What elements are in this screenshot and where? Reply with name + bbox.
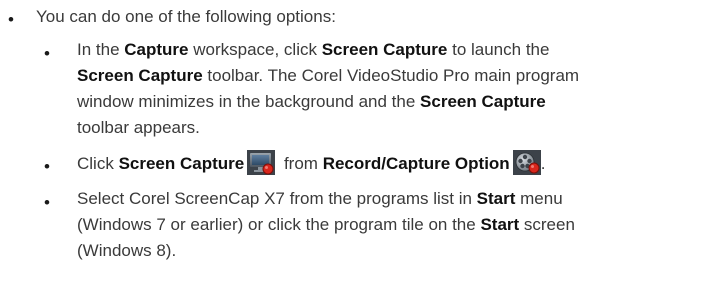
- record-capture-option-term: Record/Capture Option: [322, 154, 510, 173]
- start-term: Start: [476, 189, 516, 208]
- option-2-line-1: Click Screen Capture from Record/Capture…: [77, 150, 545, 176]
- bullet-dot: •: [44, 44, 50, 63]
- start-term: Start: [480, 215, 520, 234]
- option-1-line-1: In the Capture workspace, click Screen C…: [77, 40, 550, 59]
- screen-capture-term: Screen Capture: [420, 92, 546, 111]
- screen-capture-term: Screen Capture: [321, 40, 448, 59]
- option-1-line-3: window minimizes in the background and t…: [77, 92, 546, 111]
- option-1-line-4: toolbar appears.: [77, 118, 200, 137]
- bullet-dot: •: [44, 193, 50, 212]
- bullet-dot: •: [8, 10, 14, 29]
- intro-text: You can do one of the following options:: [36, 7, 336, 26]
- screen-capture-term: Screen Capture: [118, 154, 245, 173]
- option-3-line-1: Select Corel ScreenCap X7 from the progr…: [77, 189, 563, 208]
- bullet-dot: •: [44, 157, 50, 176]
- record-capture-option-icon: [512, 150, 541, 175]
- option-3-line-2: (Windows 7 or earlier) or click the prog…: [77, 215, 575, 234]
- option-1-line-2: Screen Capture toolbar. The Corel VideoS…: [77, 66, 580, 85]
- option-3-line-3: (Windows 8).: [77, 241, 177, 260]
- screen-capture-term: Screen Capture: [77, 66, 203, 85]
- screen-capture-icon: [247, 150, 276, 175]
- capture-workspace-term: Capture: [124, 40, 189, 59]
